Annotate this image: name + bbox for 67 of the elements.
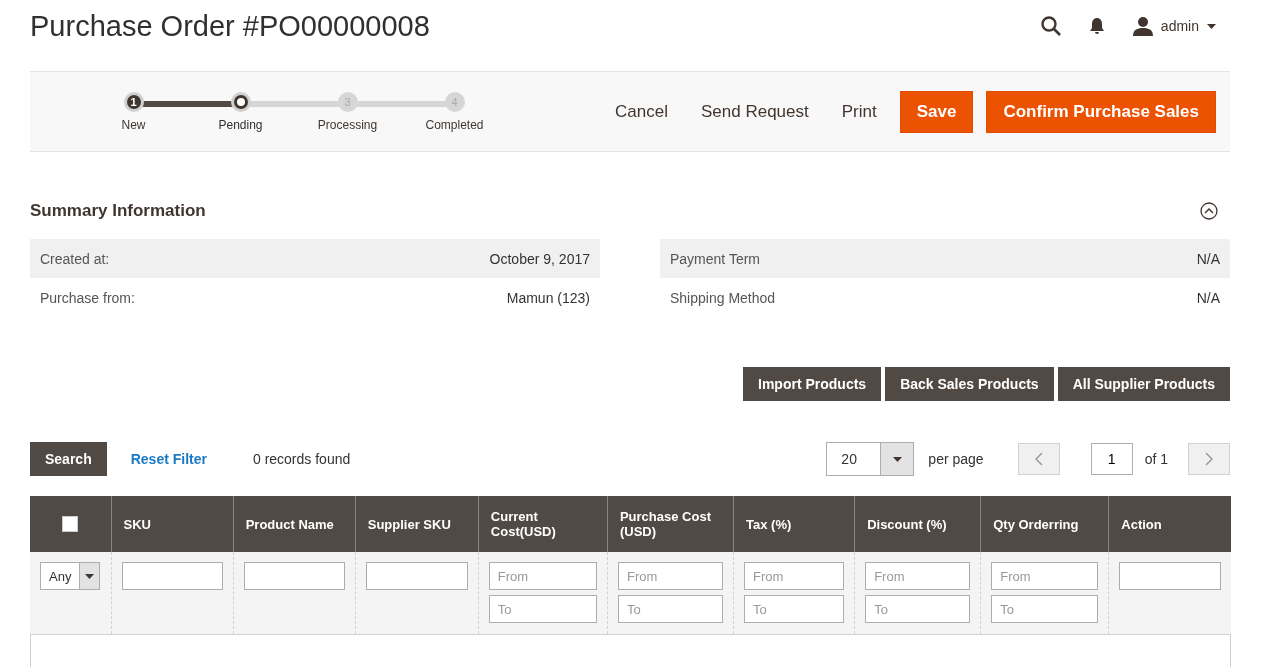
product-button[interactable]: Import Products <box>743 367 882 401</box>
per-page-select[interactable]: 20 <box>826 442 915 476</box>
product-button[interactable]: All Supplier Products <box>1057 367 1230 401</box>
chevron-left-icon[interactable] <box>1034 452 1043 466</box>
previous-page-button[interactable] <box>1017 443 1060 475</box>
filter-field[interactable] <box>1119 562 1221 590</box>
filter-field[interactable] <box>121 562 223 590</box>
product-button[interactable]: Back Sales Products <box>885 367 1054 401</box>
action-link[interactable]: Print <box>831 91 887 132</box>
step-label: New <box>121 117 146 132</box>
filter-field[interactable] <box>243 562 345 590</box>
step-label: Pending <box>218 117 263 132</box>
bell-icon[interactable] <box>1088 17 1105 35</box>
info-label: Purchase from: <box>40 289 135 306</box>
per-page-label: per page <box>928 451 984 467</box>
info-value: October 9, 2017 <box>489 250 590 267</box>
column-header[interactable]: Product Name <box>233 496 356 552</box>
next-page-button[interactable] <box>1188 443 1230 475</box>
column-header[interactable]: Current Cost(USD) <box>478 496 608 552</box>
filter-field[interactable] <box>365 562 468 590</box>
collapse-icon[interactable] <box>1200 202 1218 220</box>
action-link[interactable]: Cancel <box>605 91 678 132</box>
column-header[interactable]: Discount (%) <box>854 496 981 552</box>
select-filter[interactable]: Any <box>40 562 100 590</box>
column-header[interactable]: Purchase Cost (USD) <box>607 496 734 552</box>
user-icon[interactable] <box>1132 16 1153 36</box>
info-label: Created at: <box>40 250 110 267</box>
info-label: Payment Term <box>670 250 760 267</box>
column-header[interactable]: Tax (%) <box>733 496 855 552</box>
column-header[interactable]: SKU <box>111 496 234 552</box>
from-field[interactable]: From <box>617 562 724 590</box>
info-value: N/A <box>1196 289 1220 306</box>
from-field[interactable]: From <box>991 562 1099 590</box>
chevron-right-icon[interactable] <box>1205 452 1213 466</box>
info-value: Mamun (123) <box>506 289 590 306</box>
to-field[interactable]: To <box>488 595 597 623</box>
records-count: 0 records found <box>252 451 351 467</box>
column-header[interactable]: Action <box>1108 496 1231 552</box>
section-title: Summary Information <box>30 201 206 221</box>
search-button[interactable]: Search <box>30 442 107 476</box>
column-header[interactable]: Qty Orderring <box>980 496 1109 552</box>
page-title: Purchase Order #PO00000008 <box>30 9 431 43</box>
user-name[interactable]: admin <box>1160 18 1199 34</box>
caret-icon <box>1207 23 1216 29</box>
step-label: Processing <box>317 117 378 132</box>
info-label: Shipping Method <box>670 289 776 306</box>
caret-icon <box>892 456 902 462</box>
reset-filter-link[interactable]: Reset Filter <box>130 451 207 467</box>
action-button[interactable]: Save <box>899 90 974 133</box>
page-count: of 1 <box>1144 451 1168 467</box>
to-field[interactable]: To <box>744 595 845 623</box>
caret-icon <box>85 573 94 579</box>
info-value: N/A <box>1196 250 1220 267</box>
action-link[interactable]: Send Request <box>691 91 819 132</box>
to-field[interactable]: To <box>865 595 971 623</box>
from-field[interactable]: From <box>488 562 597 590</box>
column-header[interactable]: Supplier SKU <box>355 496 479 552</box>
from-field[interactable]: From <box>865 562 971 590</box>
action-button[interactable]: Confirm Purchase Sales <box>986 90 1216 133</box>
to-field[interactable]: To <box>617 595 724 623</box>
step-circle: 1 <box>123 91 144 112</box>
page-field[interactable]: 1 <box>1090 443 1133 475</box>
select-all-checkbox[interactable] <box>62 516 79 533</box>
from-field[interactable]: From <box>744 562 845 590</box>
to-field[interactable]: To <box>991 595 1099 623</box>
search-icon[interactable] <box>1040 16 1061 36</box>
step-label: Completed <box>425 117 484 132</box>
